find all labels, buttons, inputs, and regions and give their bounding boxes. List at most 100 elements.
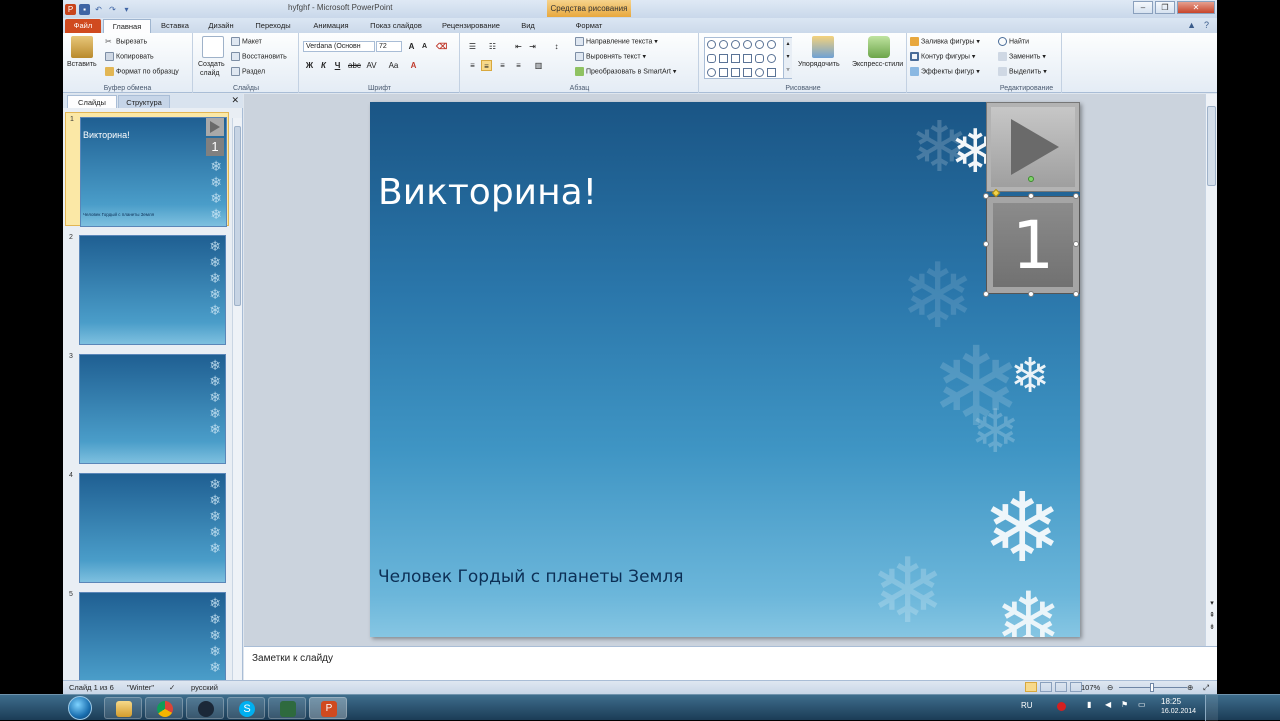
format-painter-button[interactable]: Формат по образцу <box>105 67 179 77</box>
tab-design[interactable]: Дизайн <box>201 19 241 33</box>
spell-check-icon[interactable]: ✓ <box>169 681 175 694</box>
zoom-out-icon[interactable]: ⊖ <box>1107 681 1113 694</box>
sorter-view-icon[interactable] <box>1040 682 1052 692</box>
align-center-icon[interactable]: ≡ <box>481 60 492 71</box>
select-button[interactable]: Выделить ▾ <box>998 67 1047 77</box>
tab-slideshow[interactable]: Показ слайдов <box>363 19 429 33</box>
moon-shape-icon[interactable] <box>755 40 764 49</box>
font-size-combo[interactable]: 72 <box>376 41 402 52</box>
columns-icon[interactable]: ▥ <box>533 60 544 71</box>
paste-icon[interactable] <box>71 36 93 58</box>
tab-animation[interactable]: Анимация <box>305 19 357 33</box>
tab-format[interactable]: Формат <box>560 19 618 33</box>
find-button[interactable]: Найти <box>998 37 1029 47</box>
resize-handle[interactable] <box>1073 193 1079 199</box>
shape-effects-button[interactable]: Эффекты фигур ▾ <box>910 67 980 77</box>
scrollbar-thumb[interactable] <box>1207 106 1216 186</box>
clock-date[interactable]: 16.02.2014 <box>1161 708 1196 715</box>
line-spacing-icon[interactable]: ↕ <box>551 41 562 52</box>
rounded-rect-shape-icon[interactable] <box>707 54 716 63</box>
arrange-button[interactable]: Упорядочить <box>798 60 840 70</box>
record-icon[interactable] <box>1057 702 1066 711</box>
copy-button[interactable]: Копировать <box>105 52 154 62</box>
scrollbar-thumb[interactable] <box>234 126 241 306</box>
slide-thumbnail[interactable]: 5 ❄ ❄ ❄ ❄ ❄ <box>65 588 229 694</box>
flag-icon[interactable]: ⚑ <box>1121 700 1128 709</box>
oval-shape-icon[interactable] <box>707 68 716 77</box>
volume-icon[interactable]: ◀ <box>1105 700 1111 709</box>
taskbar-powerpoint[interactable]: P <box>309 697 347 719</box>
tab-slides[interactable]: Слайды <box>67 95 117 108</box>
oval-shape-icon[interactable] <box>707 40 716 49</box>
cloud-shape-icon[interactable] <box>767 40 776 49</box>
tab-outline[interactable]: Структура <box>118 95 170 108</box>
number-action-button[interactable]: 1 <box>986 196 1080 294</box>
shrink-font-icon[interactable]: A <box>419 41 430 52</box>
taskbar-explorer[interactable] <box>104 697 142 719</box>
numbering-icon[interactable]: ☷ <box>487 41 498 52</box>
text-direction-button[interactable]: Направление текста ▾ <box>575 37 658 47</box>
shapes-gallery[interactable]: ▴ ▾ ▿ <box>704 37 792 79</box>
tab-review[interactable]: Рецензирование <box>435 19 507 33</box>
minimize-button[interactable]: – <box>1133 1 1153 14</box>
zoom-slider-thumb[interactable] <box>1150 683 1154 692</box>
new-slide-label-2[interactable]: слайд <box>200 69 219 79</box>
help-icon[interactable]: ? <box>1204 20 1209 30</box>
undo-icon[interactable]: ↶ <box>93 4 104 15</box>
taskbar-chrome[interactable] <box>145 697 183 719</box>
font-color-icon[interactable]: A <box>408 60 419 71</box>
zoom-in-icon[interactable]: ⊕ <box>1187 681 1193 694</box>
italic-button[interactable]: К <box>318 60 329 71</box>
char-spacing-icon[interactable]: AV <box>366 60 377 71</box>
replace-button[interactable]: Заменить ▾ <box>998 52 1046 62</box>
align-right-icon[interactable]: ≡ <box>497 60 508 71</box>
increase-indent-icon[interactable]: ⇥ <box>527 41 538 52</box>
language[interactable]: русский <box>191 681 218 694</box>
align-left-icon[interactable]: ≡ <box>467 60 478 71</box>
reading-view-icon[interactable] <box>1055 682 1067 692</box>
taskbar-steam[interactable] <box>186 697 224 719</box>
slide-thumbnail[interactable]: 2 ❄ ❄ ❄ ❄ ❄ <box>65 231 229 345</box>
clear-format-icon[interactable]: ⌫ <box>436 41 447 52</box>
customize-qat-icon[interactable]: ▾ <box>121 4 132 15</box>
oval-shape-icon[interactable] <box>743 40 752 49</box>
network-icon[interactable]: ▮ <box>1087 700 1091 709</box>
decrease-indent-icon[interactable]: ⇤ <box>513 41 524 52</box>
resize-handle[interactable] <box>1073 241 1079 247</box>
slide-thumbnail[interactable]: 1 Викторина! Человек Гордый с планеты Зе… <box>65 112 229 227</box>
cross-shape-icon[interactable] <box>767 54 776 63</box>
notes-pane[interactable]: Заметки к слайду <box>244 646 1217 680</box>
resize-handle[interactable] <box>983 241 989 247</box>
tab-home[interactable]: Главная <box>103 19 151 33</box>
change-case-icon[interactable]: Aa <box>388 60 399 71</box>
slides-pane-scrollbar[interactable] <box>232 118 242 680</box>
tab-insert[interactable]: Вставка <box>155 19 195 33</box>
quick-styles-icon[interactable] <box>868 36 890 58</box>
resize-handle[interactable] <box>983 291 989 297</box>
shapes-scroll[interactable]: ▴ ▾ ▿ <box>783 38 792 78</box>
paste-button[interactable]: Вставить <box>67 60 97 70</box>
resize-handle[interactable] <box>983 193 989 199</box>
bold-button[interactable]: Ж <box>304 60 315 71</box>
section-button[interactable]: Раздел <box>231 67 265 77</box>
taskbar-skype[interactable]: S <box>227 697 265 719</box>
start-button[interactable] <box>68 696 92 720</box>
resize-handle[interactable] <box>1028 291 1034 297</box>
close-button[interactable]: ✕ <box>1177 1 1215 14</box>
underline-button[interactable]: Ч <box>332 60 343 71</box>
donut-shape-icon[interactable] <box>755 68 764 77</box>
slide-thumbnail[interactable]: 3 ❄ ❄ ❄ ❄ ❄ <box>65 350 229 464</box>
oval-shape-icon[interactable] <box>731 40 740 49</box>
input-language[interactable]: RU <box>1021 701 1033 710</box>
save-icon[interactable]: ▪ <box>79 3 90 15</box>
redo-icon[interactable]: ↷ <box>107 4 118 15</box>
tab-file[interactable]: Файл <box>65 19 101 33</box>
maximize-button[interactable]: ❐ <box>1155 1 1175 14</box>
layout-button[interactable]: Макет <box>231 37 262 47</box>
zoom-level[interactable]: 107% <box>1081 681 1100 694</box>
clock-time[interactable]: 18:25 <box>1161 697 1181 706</box>
monitor-icon[interactable]: ▭ <box>1138 700 1146 709</box>
editor-scrollbar[interactable]: ▾ ⇞ ⇟ <box>1205 94 1217 646</box>
new-slide-icon[interactable] <box>202 36 224 58</box>
resize-handle[interactable] <box>1073 291 1079 297</box>
